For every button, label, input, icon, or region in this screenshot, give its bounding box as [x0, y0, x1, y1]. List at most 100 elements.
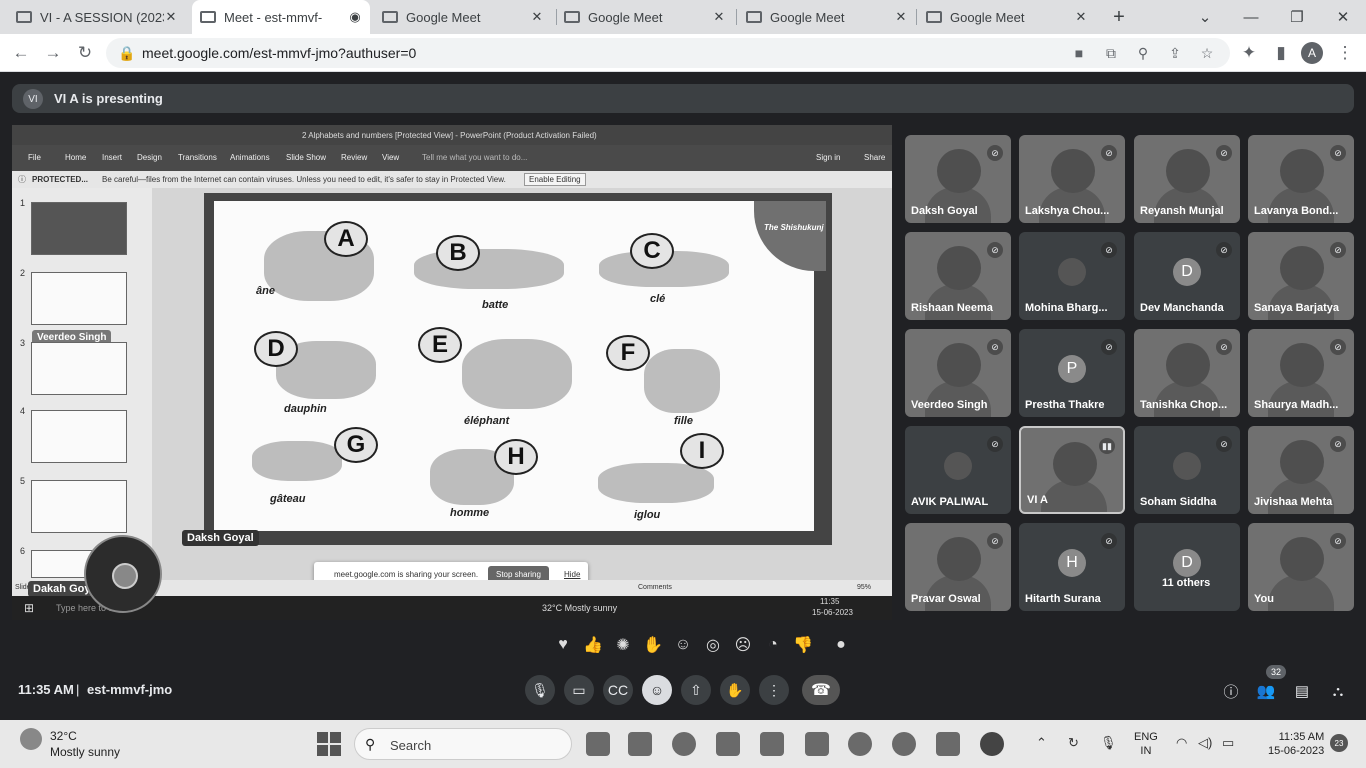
- reaction-laugh-icon[interactable]: ☺: [672, 634, 694, 656]
- taskbar-clock[interactable]: 11:35 AM 15-06-2023: [1268, 730, 1324, 758]
- extensions-icon[interactable]: ✦: [1238, 42, 1260, 64]
- profile-avatar[interactable]: A: [1301, 42, 1323, 64]
- close-window-icon[interactable]: ✕: [1320, 0, 1366, 34]
- restore-icon[interactable]: ❐: [1274, 0, 1320, 34]
- reaction-sad-icon[interactable]: ☹: [732, 634, 754, 656]
- emoji-reactions-icon[interactable]: ☺: [642, 675, 672, 705]
- participant-tile[interactable]: ⊘ Tanishka Chop...: [1134, 329, 1240, 417]
- reload-icon[interactable]: ↻: [74, 42, 96, 64]
- participant-tile[interactable]: D ⊘ Dev Manchanda: [1134, 232, 1240, 320]
- present-screen-icon[interactable]: ⇧: [681, 675, 711, 705]
- forward-icon[interactable]: →: [42, 42, 64, 64]
- tab-close-icon[interactable]: ✕: [164, 9, 178, 25]
- participant-tile[interactable]: ⊘ Lavanya Bond...: [1248, 135, 1354, 223]
- tab-close-icon[interactable]: ✕: [712, 9, 726, 25]
- language-indicator[interactable]: ENG IN: [1134, 730, 1158, 758]
- app-icon[interactable]: [760, 732, 784, 756]
- reaction-skin-tone-icon[interactable]: ●: [830, 634, 852, 656]
- people-icon[interactable]: 👥: [1256, 681, 1276, 701]
- task-view-icon[interactable]: [586, 732, 610, 756]
- reaction-heart-icon[interactable]: ♥: [552, 634, 574, 656]
- participant-tile[interactable]: ⊘ Jivishaa Mehta: [1248, 426, 1354, 514]
- bookmark-star-icon[interactable]: ☆: [1198, 44, 1216, 62]
- tab-close-icon[interactable]: ✕: [894, 9, 908, 25]
- raise-hand-icon[interactable]: ✋: [720, 675, 750, 705]
- menu-icon[interactable]: ⋮: [1334, 42, 1356, 64]
- tab-google-meet[interactable]: Google Meet ✕: [738, 0, 916, 34]
- tab-recording-icon[interactable]: ◉: [348, 9, 362, 25]
- volume-icon[interactable]: ◁): [1198, 735, 1212, 751]
- chrome-icon[interactable]: [980, 732, 1004, 756]
- minimize-icon[interactable]: —: [1228, 0, 1274, 34]
- tab-meet-active[interactable]: Meet - est-mmvf- ◉: [192, 0, 370, 34]
- app-icon[interactable]: [936, 732, 960, 756]
- url-text[interactable]: meet.google.com/est-mmvf-jmo?authuser=0: [142, 45, 416, 61]
- participant-tile[interactable]: H ⊘ Hitarth Surana: [1019, 523, 1125, 611]
- reaction-thumbs-up-icon[interactable]: 👍: [582, 634, 604, 656]
- participant-tile[interactable]: ⊘ You: [1248, 523, 1354, 611]
- reaction-thinking-icon[interactable]: ◔: [762, 634, 784, 656]
- lock-icon[interactable]: 🔒: [118, 44, 136, 62]
- chat-icon[interactable]: ▤: [1292, 681, 1312, 701]
- open-external-icon[interactable]: ⧉: [1102, 44, 1120, 62]
- participant-tile[interactable]: ⊘ Shaurya Madh...: [1248, 329, 1354, 417]
- tab-google-meet[interactable]: Google Meet ✕: [374, 0, 552, 34]
- microphone-icon[interactable]: 🎙: [1100, 735, 1117, 751]
- weather-icon[interactable]: [20, 728, 42, 750]
- tab-search-icon[interactable]: ⌄: [1182, 0, 1228, 34]
- participant-tile[interactable]: ⊘ Pravar Oswal: [905, 523, 1011, 611]
- camera-icon[interactable]: ▭: [564, 675, 594, 705]
- app-circle-icon[interactable]: [672, 732, 696, 756]
- address-bar[interactable]: 🔒 meet.google.com/est-mmvf-jmo?authuser=…: [106, 38, 1230, 68]
- reaction-surprised-icon[interactable]: ◎: [702, 634, 724, 656]
- notification-badge[interactable]: 23: [1330, 734, 1348, 752]
- participant-tile[interactable]: ⊘ Sanaya Barjatya: [1248, 232, 1354, 320]
- participant-tile[interactable]: ▮▮ VI A: [1019, 426, 1125, 514]
- taskbar-search[interactable]: ⚲ Search: [354, 728, 572, 760]
- teams-icon[interactable]: [628, 732, 652, 756]
- dropbox-icon[interactable]: [716, 732, 740, 756]
- wifi-icon[interactable]: ◠: [1176, 735, 1187, 751]
- activities-icon[interactable]: ⛬: [1328, 681, 1348, 701]
- start-button-icon[interactable]: [317, 732, 341, 756]
- meeting-details-icon[interactable]: ⓘ: [1221, 681, 1241, 701]
- sync-icon[interactable]: ↻: [1068, 735, 1079, 751]
- captions-icon[interactable]: CC: [603, 675, 633, 705]
- share-icon[interactable]: ⇪: [1166, 44, 1184, 62]
- app-icon[interactable]: [848, 732, 872, 756]
- more-options-icon[interactable]: ⋮: [759, 675, 789, 705]
- tray-chevron-icon[interactable]: ⌃: [1036, 735, 1047, 751]
- file-explorer-icon[interactable]: [805, 732, 829, 756]
- participant-tile[interactable]: ⊘ Rishaan Neema: [905, 232, 1011, 320]
- participant-tile[interactable]: ⊘ AVIK PALIWAL: [905, 426, 1011, 514]
- end-call-icon[interactable]: ☎: [802, 675, 840, 705]
- participant-tile[interactable]: ⊘ Daksh Goyal: [905, 135, 1011, 223]
- tab-close-icon[interactable]: ✕: [1074, 9, 1088, 25]
- tab-google-meet[interactable]: Google Meet ✕: [556, 0, 734, 34]
- side-panel-icon[interactable]: ▮: [1270, 42, 1292, 64]
- weather-condition[interactable]: Mostly sunny: [50, 745, 120, 759]
- participant-tile[interactable]: D 11 others: [1134, 523, 1240, 611]
- participant-tile[interactable]: ⊘ Veerdeo Singh: [905, 329, 1011, 417]
- participant-tile[interactable]: ⊘ Lakshya Chou...: [1019, 135, 1125, 223]
- reaction-thumbs-down-icon[interactable]: 👎: [792, 634, 814, 656]
- participant-tile[interactable]: ⊘ Reyansh Munjal: [1134, 135, 1240, 223]
- participant-tile[interactable]: ⊘ Soham Siddha: [1134, 426, 1240, 514]
- tab-classroom[interactable]: VI - A SESSION (2023- ✕: [8, 0, 186, 34]
- zoom-icon[interactable]: ⚲: [1134, 44, 1152, 62]
- new-tab-icon[interactable]: +: [1096, 0, 1142, 34]
- camera-icon[interactable]: ■: [1070, 44, 1088, 62]
- reaction-party-icon[interactable]: ✺: [612, 634, 634, 656]
- participant-tile[interactable]: P ⊘ Prestha Thakre: [1019, 329, 1125, 417]
- reaction-clap-icon[interactable]: ✋: [642, 634, 664, 656]
- battery-icon[interactable]: ▭: [1222, 735, 1234, 751]
- ppt-menu-file: File: [28, 153, 41, 162]
- back-icon[interactable]: ←: [10, 42, 32, 64]
- weather-temp[interactable]: 32°C: [50, 729, 77, 743]
- tab-google-meet[interactable]: Google Meet ✕: [918, 0, 1096, 34]
- participant-tile[interactable]: ⊘ Mohina Bharg...: [1019, 232, 1125, 320]
- edge-icon[interactable]: [892, 732, 916, 756]
- mic-off-icon[interactable]: 🎙: [525, 675, 555, 705]
- participant-name: Mohina Bharg...: [1025, 302, 1108, 314]
- tab-close-icon[interactable]: ✕: [530, 9, 544, 25]
